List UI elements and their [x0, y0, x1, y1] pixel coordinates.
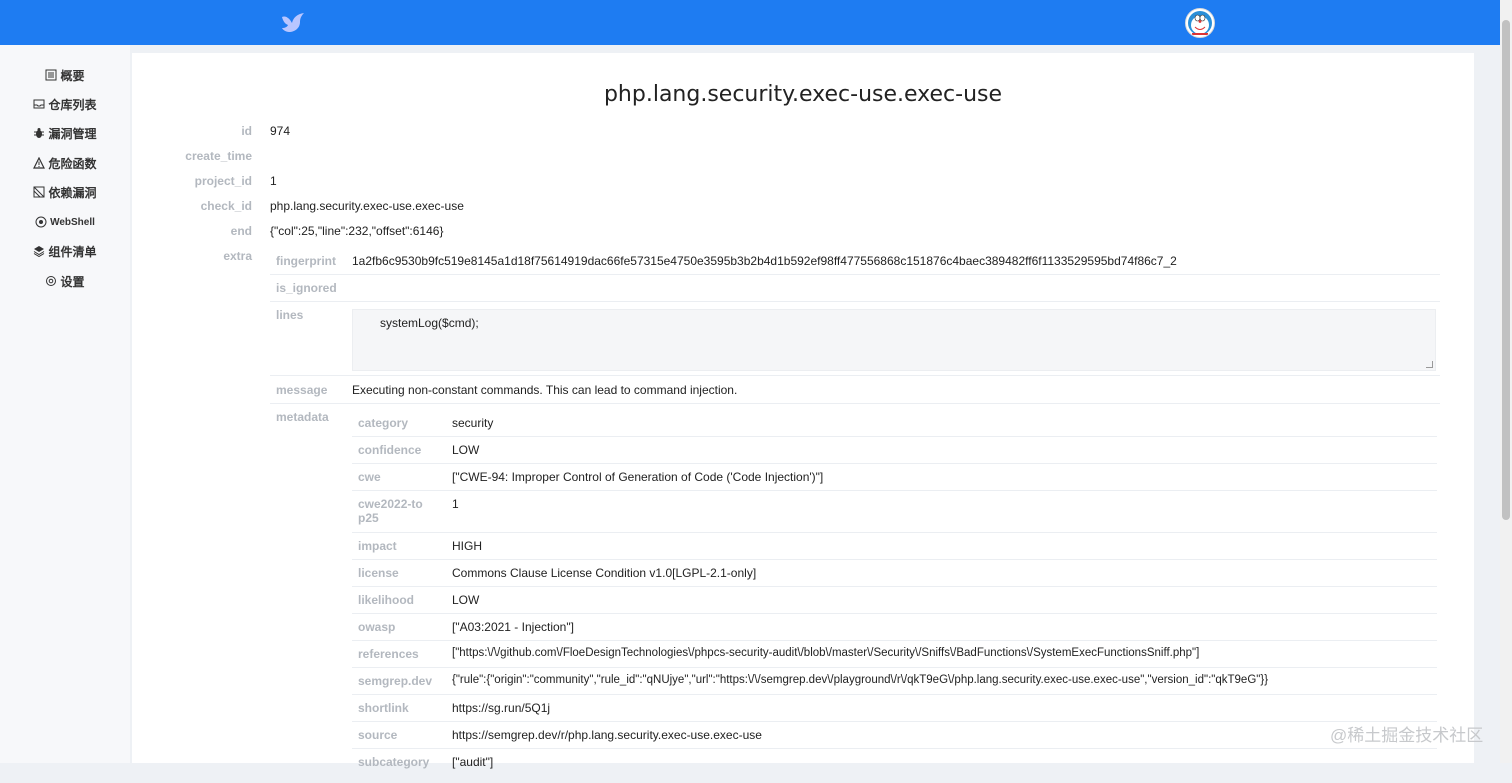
- metadata-row: impact HIGH: [352, 532, 1437, 560]
- metadata-row: semgrep.dev {"rule":{"origin":"community…: [352, 667, 1437, 695]
- inbox-icon: [33, 99, 45, 109]
- metadata-row: owasp ["A03:2021 - Injection"]: [352, 613, 1437, 641]
- field-label-project-id: project_id: [194, 174, 252, 188]
- sidebar-item-webshell[interactable]: WebShell: [0, 208, 130, 236]
- eye-icon: [35, 216, 47, 228]
- metadata-key: license: [358, 566, 399, 580]
- watermark-text: @稀土掘金技术社区: [1330, 726, 1484, 745]
- metadata-value: https://semgrep.dev/r/php.lang.security.…: [452, 728, 762, 742]
- metadata-value: 1: [452, 497, 459, 511]
- list-icon: [45, 69, 57, 81]
- field-label-create-time: create_time: [185, 149, 252, 163]
- metadata-row: category security: [352, 409, 1437, 437]
- field-value-check-id: php.lang.security.exec-use.exec-use: [270, 199, 464, 213]
- metadata-row: cwe ["CWE-94: Improper Control of Genera…: [352, 463, 1437, 491]
- bird-logo-icon[interactable]: [280, 11, 306, 35]
- extra-row-fingerprint: fingerprint 1a2fb6c9530b9fc519e8145a1d18…: [270, 246, 1440, 275]
- metadata-value: ["CWE-94: Improper Control of Generation…: [452, 470, 824, 484]
- dependency-icon: [33, 186, 45, 198]
- page-title: php.lang.security.exec-use.exec-use: [603, 82, 1003, 107]
- metadata-value: Commons Clause License Condition v1.0[LG…: [452, 566, 757, 580]
- sidebar-item-overview[interactable]: 概要: [0, 61, 130, 89]
- metadata-key: impact: [358, 539, 397, 553]
- bug-icon: [34, 128, 45, 138]
- metadata-value: ["audit"]: [452, 755, 494, 769]
- extra-key-is-ignored: is_ignored: [276, 281, 337, 295]
- extra-key-message: message: [276, 383, 328, 397]
- sidebar-item-label: 概要: [60, 68, 85, 83]
- extra-value-message: Executing non-constant commands. This ca…: [352, 383, 738, 397]
- metadata-row: subcategory ["audit"]: [352, 748, 1437, 769]
- textarea-resize-handle[interactable]: [1426, 361, 1433, 368]
- sidebar-item-dangerous-functions[interactable]: 危险函数: [0, 149, 130, 177]
- metadata-key: source: [358, 728, 398, 742]
- field-label-extra: extra: [223, 249, 252, 263]
- sidebar-item-label: WebShell: [50, 216, 95, 228]
- metadata-key: category: [358, 416, 409, 430]
- extra-key-metadata: metadata: [276, 410, 329, 424]
- sidebar-item-settings[interactable]: 设置: [0, 267, 130, 295]
- sidebar-item-label: 依赖漏洞: [48, 185, 97, 200]
- sidebar-item-repositories[interactable]: 仓库列表: [0, 90, 130, 118]
- field-label-id: id: [241, 124, 252, 138]
- metadata-value: LOW: [452, 593, 480, 607]
- extra-row-message: message Executing non-constant commands.…: [270, 375, 1440, 404]
- lines-code-text: systemLog($cmd);: [380, 316, 479, 330]
- doraemon-avatar-icon[interactable]: [1185, 8, 1215, 38]
- extra-row-is-ignored: is_ignored: [270, 274, 1440, 302]
- lines-code-textarea[interactable]: systemLog($cmd);: [352, 309, 1436, 371]
- metadata-value: security: [452, 416, 494, 430]
- scrollbar-thumb[interactable]: [1502, 20, 1510, 520]
- sidebar-item-label: 漏洞管理: [48, 126, 97, 141]
- warning-icon: [33, 157, 46, 169]
- metadata-row: confidence LOW: [352, 436, 1437, 464]
- sidebar: 概要 仓库列表 漏洞管理 危险函数 依赖漏洞 WebShell 组件清单 设置: [0, 45, 130, 763]
- sidebar-item-dependency-vulns[interactable]: 依赖漏洞: [0, 178, 130, 206]
- metadata-value: LOW: [452, 443, 480, 457]
- extra-value-fingerprint: 1a2fb6c9530b9fc519e8145a1d18f75614919dac…: [352, 254, 1177, 268]
- metadata-row: source https://semgrep.dev/r/php.lang.se…: [352, 721, 1437, 749]
- sidebar-item-label: 设置: [60, 274, 85, 289]
- metadata-key: owasp: [358, 620, 396, 634]
- field-value-project-id: 1: [270, 174, 277, 188]
- extra-key-fingerprint: fingerprint: [276, 254, 336, 268]
- field-value-id: 974: [270, 124, 291, 138]
- page-scrollbar[interactable]: [1500, 0, 1512, 763]
- metadata-value: HIGH: [452, 539, 482, 553]
- metadata-value: ["https:\/\/github.com\/FloeDesignTechno…: [452, 647, 1200, 659]
- layers-icon: [34, 246, 45, 257]
- sidebar-item-vulnerabilities[interactable]: 漏洞管理: [0, 119, 130, 147]
- metadata-row: cwe2022-top25 1: [352, 490, 1437, 533]
- extra-key-lines: lines: [276, 308, 304, 322]
- metadata-row: license Commons Clause License Condition…: [352, 559, 1437, 587]
- field-label-check-id: check_id: [200, 199, 252, 213]
- metadata-key: subcategory: [358, 755, 430, 769]
- top-navbar: [0, 0, 1500, 45]
- metadata-key: confidence: [358, 443, 422, 457]
- metadata-key: references: [358, 647, 419, 661]
- metadata-key: likelihood: [358, 593, 415, 607]
- metadata-value: {"rule":{"origin":"community","rule_id":…: [452, 674, 1269, 686]
- sidebar-item-label: 危险函数: [48, 156, 97, 171]
- sidebar-item-components[interactable]: 组件清单: [0, 237, 130, 265]
- extra-row-lines: lines systemLog($cmd);: [270, 301, 1440, 376]
- metadata-value: https://sg.run/5Q1j: [452, 701, 551, 715]
- sidebar-item-label: 组件清单: [48, 244, 97, 259]
- metadata-row: references ["https:\/\/github.com\/FloeD…: [352, 640, 1437, 668]
- sidebar-item-label: 仓库列表: [48, 97, 97, 112]
- gear-icon: [46, 276, 57, 286]
- field-value-end: {"col":25,"line":232,"offset":6146}: [270, 224, 444, 238]
- metadata-value: ["A03:2021 - Injection"]: [452, 620, 574, 634]
- metadata-row: shortlink https://sg.run/5Q1j: [352, 694, 1437, 722]
- field-label-end: end: [230, 224, 252, 238]
- metadata-key: semgrep.dev: [358, 674, 433, 688]
- metadata-row: likelihood LOW: [352, 586, 1437, 614]
- metadata-key: cwe: [358, 470, 381, 484]
- metadata-key: cwe2022-top25: [358, 497, 423, 525]
- metadata-key: shortlink: [358, 701, 409, 715]
